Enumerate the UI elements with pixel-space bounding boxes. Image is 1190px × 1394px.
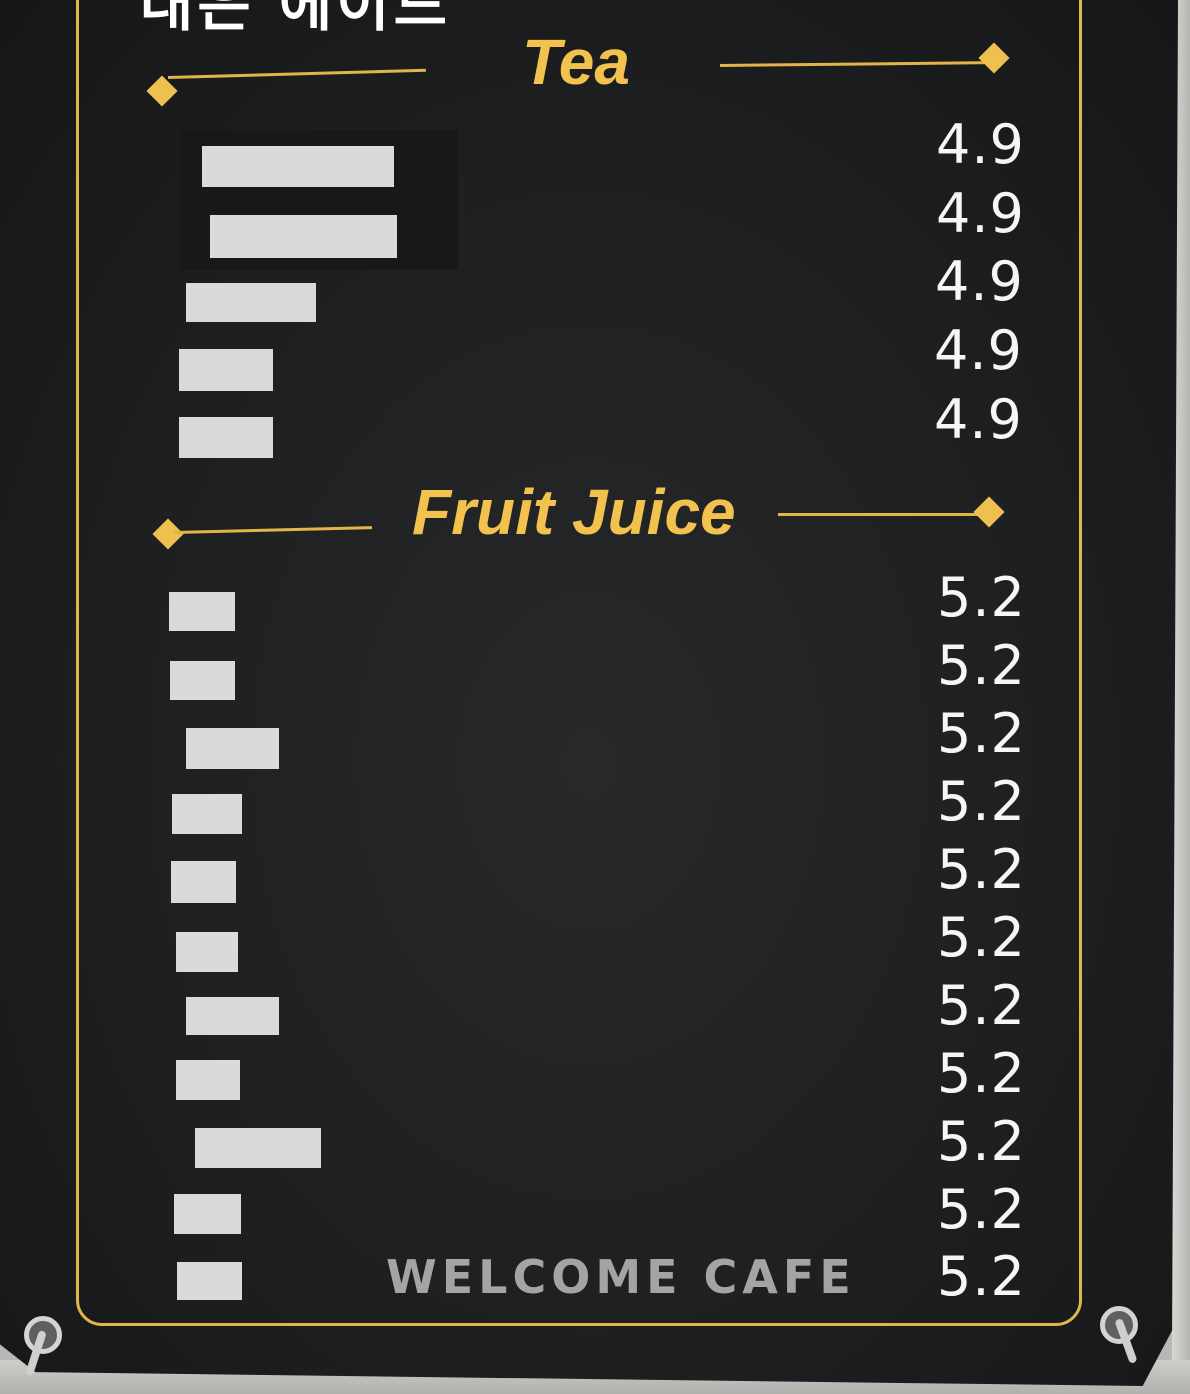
redacted-item-name bbox=[179, 349, 273, 391]
redacted-item-name bbox=[186, 283, 316, 322]
redacted-item-name bbox=[186, 997, 279, 1035]
price-juice-4: 5.2 bbox=[937, 770, 1026, 833]
redacted-item-name bbox=[174, 1194, 241, 1234]
redacted-item-name bbox=[195, 1128, 321, 1168]
redacted-item-name bbox=[172, 794, 242, 834]
price-tea-5: 4.9 bbox=[934, 388, 1023, 451]
price-tea-3: 4.9 bbox=[935, 250, 1024, 313]
price-juice-10: 5.2 bbox=[937, 1178, 1026, 1241]
right-ornament-line bbox=[778, 513, 984, 516]
redacted-item-name bbox=[177, 1262, 242, 1300]
section-title-fruit-juice: Fruit Juice bbox=[412, 476, 736, 548]
price-juice-6: 5.2 bbox=[937, 906, 1026, 969]
price-juice-3: 5.2 bbox=[937, 702, 1026, 765]
footer-cafe-name: WELCOME CAFE bbox=[386, 1250, 856, 1304]
redacted-item-name bbox=[169, 592, 235, 631]
redacted-item-name bbox=[202, 146, 394, 187]
price-juice-11: 5.2 bbox=[937, 1245, 1026, 1308]
redacted-item-name bbox=[176, 1060, 240, 1100]
redacted-item-name bbox=[171, 861, 236, 903]
price-juice-1: 5.2 bbox=[937, 566, 1026, 629]
previous-section-title: 대은 에이드 bbox=[140, 0, 451, 39]
price-juice-7: 5.2 bbox=[937, 974, 1026, 1037]
section-title-tea: Tea bbox=[522, 26, 630, 98]
redacted-item-name bbox=[186, 728, 279, 769]
redacted-item-name bbox=[179, 417, 273, 458]
redacted-item-name bbox=[170, 661, 235, 700]
redacted-item-name bbox=[176, 932, 238, 972]
price-juice-8: 5.2 bbox=[937, 1042, 1026, 1105]
price-tea-2: 4.9 bbox=[936, 182, 1025, 245]
price-juice-5: 5.2 bbox=[937, 838, 1026, 901]
menu-banner: 대은 에이드 Tea 4.9 4.9 4.9 4.9 4.9 Fruit Jui… bbox=[0, 0, 1178, 1386]
price-juice-9: 5.2 bbox=[937, 1110, 1026, 1173]
price-tea-4: 4.9 bbox=[934, 319, 1023, 382]
price-juice-2: 5.2 bbox=[937, 634, 1026, 697]
redacted-item-name bbox=[210, 215, 397, 258]
price-tea-1: 4.9 bbox=[936, 113, 1025, 176]
